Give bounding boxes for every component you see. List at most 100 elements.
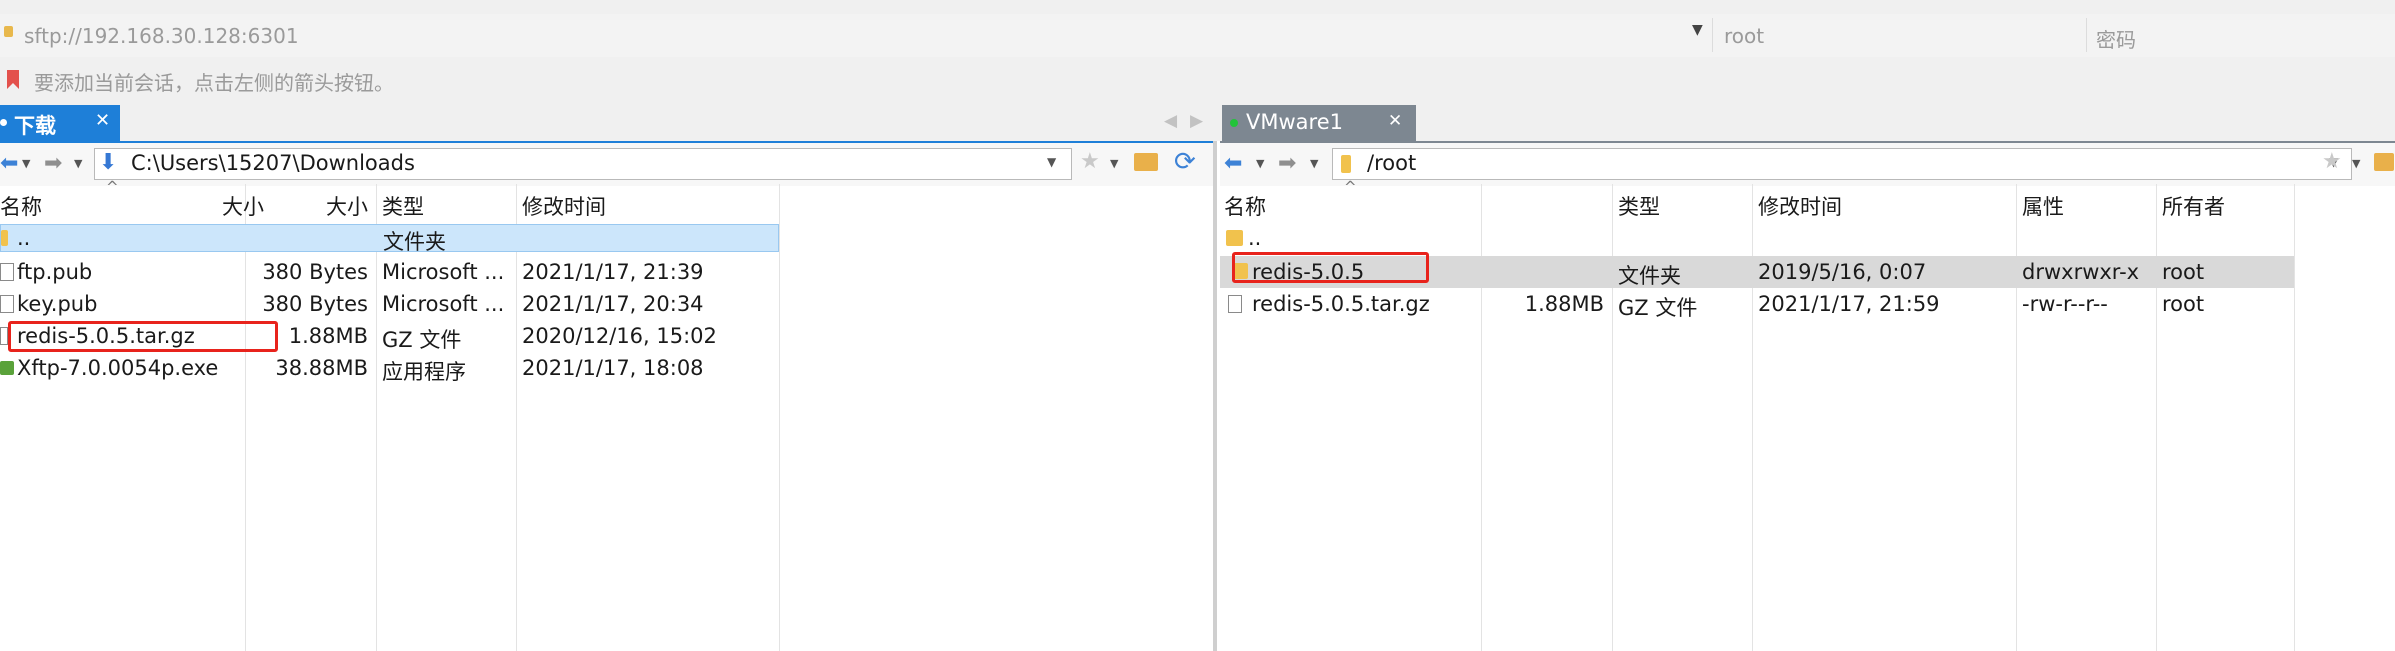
left-toolbar: ⬅ ▼ ➡ ▼ ⬇ C:\Users\15207\Downloads ▼ ★ ▼… [0, 141, 1213, 186]
star-icon[interactable]: ★ [1080, 149, 1100, 174]
table-row[interactable]: .. 文件夹 [0, 224, 779, 254]
row-type: GZ 文件 [382, 328, 462, 352]
chevron-down-icon[interactable]: ▼ [1310, 157, 1318, 170]
back-arrow-icon[interactable]: ⬅ [1224, 151, 1242, 176]
tab-label: 下载 [14, 114, 56, 138]
table-row[interactable]: ftp.pub 380 Bytes Microsoft ... 2021/1/1… [0, 256, 779, 288]
left-column-header: ^ 名称 大小 类型 修改时间 [0, 178, 780, 221]
row-name: redis-5.0.5.tar.gz [1252, 292, 1430, 316]
tab-dot-icon [0, 119, 7, 126]
chevron-down-icon[interactable]: ▼ [2352, 157, 2360, 170]
row-type: 应用程序 [382, 360, 466, 384]
row-name: .. [17, 226, 31, 250]
divider [1712, 18, 1713, 52]
hint-bar: 要添加当前会话，点击左侧的箭头按钮。 [0, 57, 2395, 105]
right-toolbar: ⬅ ▼ ➡ ▼ /root ▼ ★ ▼ [1220, 141, 2395, 186]
path-input[interactable]: /root ▼ [1332, 148, 2352, 180]
download-arrow-icon: ⬇ [99, 150, 118, 175]
row-name: Xftp-7.0.0054p.exe [17, 356, 219, 380]
row-type: Microsoft ... [382, 260, 505, 284]
row-size: 38.88MB [275, 356, 368, 380]
column-divider [2294, 184, 2295, 651]
row-type: 文件夹 [1618, 264, 1681, 288]
row-type: 文件夹 [383, 230, 446, 254]
row-size: 380 Bytes [262, 292, 368, 316]
right-column-header: ^ 名称 大小 类型 修改时间 属性 所有者 [222, 178, 2395, 221]
password-input[interactable]: 密码 [2096, 24, 2136, 53]
row-attributes: -rw-r--r-- [2022, 292, 2108, 316]
star-icon[interactable]: ★ [2322, 149, 2342, 174]
table-row[interactable]: key.pub 380 Bytes Microsoft ... 2021/1/1… [0, 288, 779, 320]
path-text: C:\Users\15207\Downloads [131, 151, 415, 175]
exe-icon [0, 361, 14, 375]
header-type[interactable]: 类型 [1618, 191, 1660, 221]
column-divider [779, 184, 780, 651]
path-text: /root [1367, 151, 1417, 175]
table-row[interactable]: redis-5.0.5.tar.gz 1.88MB GZ 文件 2021/1/1… [1220, 288, 2294, 320]
host-input[interactable]: sftp://192.168.30.128:6301 [24, 24, 299, 48]
row-modified: 2021/1/17, 21:59 [1758, 292, 1940, 316]
path-input[interactable]: ⬇ C:\Users\15207\Downloads ▼ [94, 148, 1072, 180]
header-name[interactable]: 名称 [0, 191, 42, 221]
row-name: .. [1248, 226, 1262, 250]
sort-asc-icon: ^ [106, 178, 119, 196]
tab-label: VMware1 [1246, 110, 1343, 134]
row-size: 380 Bytes [262, 260, 368, 284]
forward-arrow-icon[interactable]: ➡ [44, 151, 62, 176]
row-type: Microsoft ... [382, 292, 505, 316]
right-pane: ⬅ ▼ ➡ ▼ /root ▼ ★ ▼ ^ 名称 大小 类型 修改时间 属性 所… [222, 141, 2395, 651]
scroll-left-icon[interactable]: ◀ [1164, 111, 1177, 131]
folder-icon [1, 230, 8, 246]
row-name: key.pub [17, 292, 98, 316]
left-pane: ⬅ ▼ ➡ ▼ ⬇ C:\Users\15207\Downloads ▼ ★ ▼… [0, 141, 1213, 651]
chevron-down-icon[interactable]: ▼ [1692, 22, 1703, 38]
row-type: GZ 文件 [1618, 296, 1698, 320]
row-name: ftp.pub [17, 260, 93, 284]
header-name[interactable]: 名称 [1224, 191, 1266, 221]
header-owner[interactable]: 所有者 [2162, 191, 2225, 221]
back-arrow-icon[interactable]: ⬅ [0, 151, 18, 176]
column-divider [516, 184, 517, 651]
chevron-down-icon[interactable]: ▼ [22, 157, 30, 170]
file-icon [0, 295, 14, 313]
hint-text: 要添加当前会话，点击左侧的箭头按钮。 [34, 71, 394, 95]
header-type[interactable]: 类型 [382, 191, 424, 221]
close-icon[interactable]: ✕ [95, 110, 110, 131]
tab-bar: 下载 ✕ ◀ ▶ VMware1 ✕ [0, 105, 2395, 141]
tab-downloads[interactable]: 下载 ✕ [0, 105, 120, 141]
refresh-icon[interactable]: ⟳ [1174, 147, 1196, 177]
column-divider [376, 184, 377, 651]
folder-icon [1226, 230, 1243, 246]
chevron-down-icon[interactable]: ▼ [1110, 157, 1118, 170]
home-folder-icon[interactable] [2374, 153, 2394, 171]
table-row[interactable]: Xftp-7.0.0054p.exe 38.88MB 应用程序 2021/1/1… [0, 352, 779, 384]
header-size[interactable]: 大小 [222, 191, 264, 221]
highlight-box [1232, 252, 1429, 283]
divider [2086, 18, 2087, 52]
forward-arrow-icon[interactable]: ➡ [1278, 151, 1296, 176]
row-attributes: drwxrwxr-x [2022, 260, 2140, 284]
chevron-down-icon[interactable]: ▼ [74, 157, 82, 170]
home-folder-icon[interactable] [1134, 153, 1158, 171]
header-modified[interactable]: 修改时间 [522, 191, 606, 221]
bookmark-icon[interactable] [6, 69, 20, 91]
file-icon [1228, 295, 1242, 313]
column-divider [245, 184, 246, 651]
row-modified: 2021/1/17, 21:39 [522, 260, 704, 284]
folder-icon [1341, 155, 1351, 173]
row-modified: 2021/1/17, 20:34 [522, 292, 704, 316]
header-modified[interactable]: 修改时间 [1758, 191, 1842, 221]
header-attributes[interactable]: 属性 [2022, 191, 2064, 221]
scroll-right-icon[interactable]: ▶ [1190, 111, 1203, 131]
highlight-box [8, 321, 278, 352]
row-owner: root [2162, 292, 2205, 316]
chevron-down-icon[interactable]: ▼ [1256, 157, 1264, 170]
row-owner: root [2162, 260, 2205, 284]
lock-icon [4, 26, 13, 37]
pane-splitter[interactable] [1213, 141, 1217, 651]
tab-vmware1[interactable]: VMware1 ✕ [1222, 105, 1416, 141]
header-size[interactable]: 大小 [326, 191, 368, 221]
chevron-down-icon[interactable]: ▼ [1047, 155, 1056, 169]
username-input[interactable]: root [1724, 24, 1764, 48]
close-icon[interactable]: ✕ [1388, 111, 1402, 131]
